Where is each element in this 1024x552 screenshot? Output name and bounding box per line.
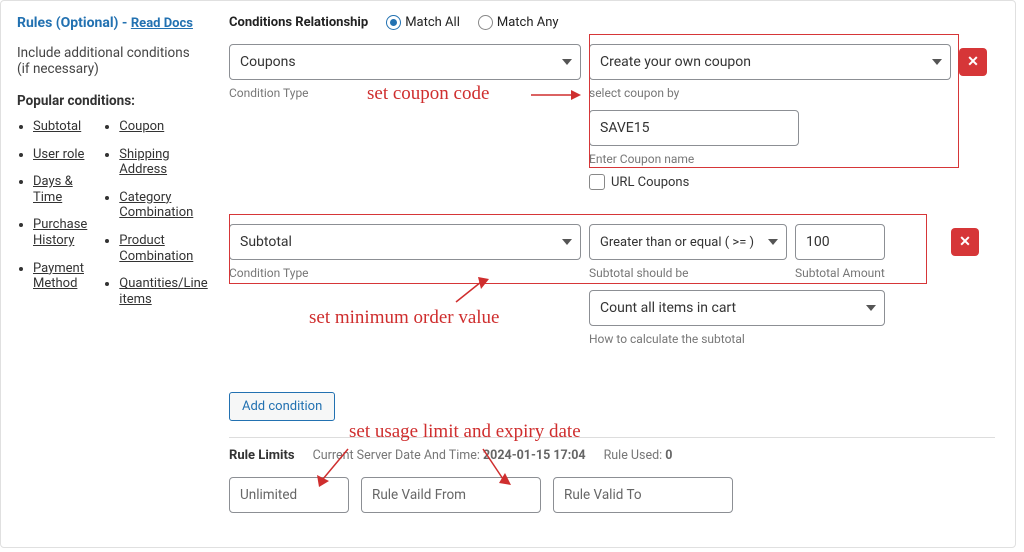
sidebar-description: Include additional conditions (if necess…	[17, 45, 199, 77]
popular-item[interactable]: Days & Time	[33, 174, 87, 205]
chevron-down-icon	[932, 59, 942, 65]
popular-item[interactable]: Payment Method	[33, 261, 87, 292]
popular-item[interactable]: Shipping Address	[119, 147, 207, 178]
condition-row-coupons: Coupons Condition Type Create your own c…	[229, 44, 995, 194]
delete-condition-button[interactable]: ✕	[959, 48, 987, 76]
read-docs-link[interactable]: Read Docs	[131, 16, 193, 31]
select-coupon-by[interactable]: Create your own coupon	[589, 44, 951, 80]
close-icon: ✕	[959, 234, 971, 250]
chevron-down-icon	[866, 305, 876, 311]
valid-from-input[interactable]: Rule Vaild From	[361, 477, 541, 513]
popular-item[interactable]: Product Combination	[119, 233, 207, 264]
radio-checked-icon	[386, 15, 401, 30]
popular-item[interactable]: Purchase History	[33, 217, 87, 248]
popular-list-right: Coupon Shipping Address Category Combina…	[103, 119, 207, 319]
subtotal-operator-select[interactable]: Greater than or equal ( >= )	[589, 224, 787, 260]
conditions-relationship: Conditions Relationship Match All Match …	[229, 15, 995, 30]
subtotal-calc-select[interactable]: Count all items in cart	[589, 290, 885, 326]
annotation-text: set usage limit and expiry date	[349, 421, 581, 443]
radio-unchecked-icon	[478, 15, 493, 30]
annotation-text: set coupon code	[367, 83, 489, 105]
chevron-down-icon	[562, 239, 572, 245]
rules-sidebar: Rules (Optional) - Read Docs Include add…	[1, 1, 213, 547]
chevron-down-icon	[562, 59, 572, 65]
condition-type-select[interactable]: Coupons	[229, 44, 581, 80]
popular-conditions-heading: Popular conditions:	[17, 93, 199, 109]
popular-item[interactable]: User role	[33, 147, 87, 163]
sidebar-title: Rules (Optional) - Read Docs	[17, 15, 199, 31]
annotation-text: set minimum order value	[309, 307, 499, 329]
match-all-radio[interactable]: Match All	[386, 15, 460, 30]
close-icon: ✕	[967, 54, 979, 70]
usage-limit-input[interactable]: Unlimited	[229, 477, 349, 513]
add-condition-button[interactable]: Add condition	[229, 392, 335, 421]
rules-main: Conditions Relationship Match All Match …	[213, 1, 1015, 547]
popular-list-left: Subtotal User role Days & Time Purchase …	[17, 119, 87, 319]
match-any-radio[interactable]: Match Any	[478, 15, 559, 30]
popular-item[interactable]: Category Combination	[119, 190, 207, 221]
popular-item[interactable]: Subtotal	[33, 119, 87, 135]
subtotal-amount-input[interactable]: 100	[795, 224, 885, 260]
popular-item[interactable]: Coupon	[119, 119, 207, 135]
coupon-code-input[interactable]: SAVE15	[589, 110, 799, 146]
url-coupons-checkbox[interactable]: URL Coupons	[589, 174, 689, 190]
condition-type-select[interactable]: Subtotal	[229, 224, 581, 260]
rule-limits-header: Rule Limits Current Server Date And Time…	[229, 448, 995, 463]
delete-condition-button[interactable]: ✕	[951, 228, 979, 256]
valid-to-input[interactable]: Rule Valid To	[553, 477, 733, 513]
chevron-down-icon	[768, 239, 778, 245]
popular-item[interactable]: Quantities/Line items	[119, 276, 207, 307]
checkbox-unchecked-icon	[589, 174, 605, 190]
